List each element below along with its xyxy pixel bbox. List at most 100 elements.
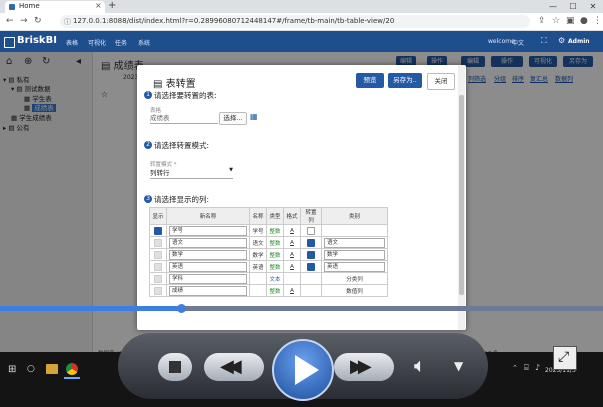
- rewind-button[interactable]: ◀◀: [204, 353, 264, 381]
- menu-item-table[interactable]: 表格: [66, 38, 78, 47]
- address-bar[interactable]: ⓘ 127.0.0.1:8088/dist/index.html?r=0.289…: [60, 15, 530, 28]
- sidepanel-icon[interactable]: ▣: [566, 16, 575, 26]
- favicon-icon: [9, 4, 15, 10]
- rewind-icon: ◀◀: [220, 356, 242, 377]
- menu-item-task[interactable]: 任务: [115, 38, 127, 47]
- browser-tab[interactable]: Home ×: [5, 1, 105, 13]
- transpose-checkbox[interactable]: [307, 238, 315, 247]
- dialog-scrollbar[interactable]: [458, 65, 465, 330]
- menu-item-system[interactable]: 系统: [138, 38, 150, 47]
- reload-icon[interactable]: ↻: [34, 16, 42, 26]
- back-icon[interactable]: ←: [6, 16, 14, 26]
- search-icon[interactable]: ○: [27, 364, 35, 374]
- folder-icon[interactable]: [46, 364, 58, 374]
- minimize-button[interactable]: —: [543, 0, 563, 13]
- table-input-value: 成绩表: [150, 114, 170, 122]
- category-cell: 分类列: [321, 272, 388, 285]
- info-icon[interactable]: ⓘ: [64, 17, 71, 27]
- step-1-text: 请选择要转置的表:: [154, 91, 217, 100]
- close-window-button[interactable]: ✕: [583, 0, 603, 13]
- volume-icon[interactable]: 🔈︎: [414, 353, 426, 377]
- type-cell[interactable]: 整数: [266, 224, 284, 237]
- category-cell: 英语: [321, 260, 388, 273]
- transpose-checkbox[interactable]: [307, 226, 315, 235]
- new-name-input[interactable]: 数学: [169, 249, 247, 260]
- category-input[interactable]: 英语: [324, 261, 385, 272]
- transpose-checkbox[interactable]: [307, 250, 315, 259]
- mode-select[interactable]: 列转行 ▼: [150, 167, 233, 179]
- new-name-input[interactable]: 英语: [169, 261, 247, 272]
- start-icon[interactable]: ⊞: [8, 364, 16, 375]
- show-cell: [149, 272, 167, 285]
- choose-table-button[interactable]: 选择...: [219, 112, 247, 125]
- volume-tray-icon[interactable]: ♪: [535, 363, 540, 372]
- show-checkbox[interactable]: [154, 226, 162, 235]
- chevron-down-icon: ▼: [229, 167, 233, 173]
- transpose-checkbox[interactable]: [307, 262, 315, 271]
- network-icon[interactable]: ⌸: [524, 363, 529, 373]
- new-name-cell: 数学: [166, 248, 250, 261]
- format-cell[interactable]: A: [283, 224, 301, 237]
- format-cell[interactable]: A: [283, 260, 301, 273]
- type-cell[interactable]: 整数: [266, 236, 284, 249]
- profile-icon[interactable]: ●: [580, 16, 588, 26]
- table-row: 英语 英语 整数 A 英语: [149, 260, 388, 273]
- type-cell[interactable]: 整数: [266, 284, 284, 297]
- save-as-button[interactable]: 另存为..: [388, 73, 422, 88]
- step-3-number: 3: [144, 195, 152, 203]
- seek-progress: [0, 306, 181, 311]
- category-cell: 数值列: [321, 284, 388, 297]
- chrome-icon[interactable]: [66, 363, 78, 375]
- dialog-title: ▤ 表转置: [153, 79, 196, 90]
- category-input[interactable]: 语文: [324, 237, 385, 248]
- theme-icon[interactable]: ⛶: [541, 36, 547, 46]
- name-cell: [249, 284, 267, 297]
- calendar-icon[interactable]: ▦: [250, 112, 258, 121]
- fast-forward-button[interactable]: ▶▶: [334, 353, 394, 381]
- maximize-button[interactable]: ☐: [563, 0, 583, 13]
- stop-button[interactable]: [158, 353, 192, 381]
- col-header-name: 名称: [249, 207, 267, 225]
- browser-toolbar: ← → ↻ ⓘ 127.0.0.1:8088/dist/index.html?r…: [0, 13, 603, 31]
- new-name-input[interactable]: 学号: [169, 225, 247, 236]
- dialog-scroll-thumb[interactable]: [459, 95, 464, 295]
- category-input[interactable]: 数学: [324, 249, 385, 260]
- format-cell[interactable]: [283, 272, 301, 285]
- app-logo: BriskBI: [17, 35, 57, 46]
- type-cell[interactable]: 整数: [266, 248, 284, 261]
- show-cell: [149, 236, 167, 249]
- tray-up-icon[interactable]: ⌃: [512, 364, 518, 372]
- seek-handle[interactable]: [176, 304, 186, 313]
- language-select[interactable]: 中文: [512, 38, 524, 47]
- col-header-new-name: 新名称: [166, 207, 250, 225]
- format-cell[interactable]: A: [283, 248, 301, 261]
- table-input[interactable]: 成绩表: [150, 112, 218, 124]
- welcome-text: welcome: [488, 38, 515, 45]
- share-icon[interactable]: ⇪: [538, 16, 546, 26]
- table-row: 成绩 整数 A 数值列: [149, 284, 388, 297]
- user-name[interactable]: Admin: [568, 38, 590, 45]
- type-cell[interactable]: 整数: [266, 260, 284, 273]
- preview-button[interactable]: 预览: [356, 73, 384, 88]
- col-header-show: 显示: [149, 207, 167, 225]
- bookmark-icon[interactable]: ☆: [552, 16, 560, 26]
- type-cell[interactable]: 文本: [266, 272, 284, 285]
- table-row: 语文 语文 整数 A 语文: [149, 236, 388, 249]
- forward-icon[interactable]: →: [20, 16, 28, 26]
- show-checkbox: [154, 274, 162, 283]
- browser-menu-icon[interactable]: ⋮: [593, 16, 602, 26]
- step-2-text: 请选择转置模式:: [154, 141, 210, 150]
- menu-chevron-icon[interactable]: ▼: [454, 359, 463, 373]
- format-cell[interactable]: A: [283, 236, 301, 249]
- tab-close-icon[interactable]: ×: [95, 1, 102, 10]
- new-name-input[interactable]: 成绩: [169, 285, 247, 296]
- close-button[interactable]: 关闭: [427, 73, 455, 90]
- new-name-input[interactable]: 学科: [169, 273, 247, 284]
- play-button[interactable]: [272, 339, 334, 401]
- format-cell[interactable]: A: [283, 284, 301, 297]
- table-row: 数学 数学 整数 A 数学: [149, 248, 388, 261]
- new-name-input[interactable]: 语文: [169, 237, 247, 248]
- fullscreen-icon[interactable]: ⤢: [553, 346, 577, 370]
- new-tab-button[interactable]: +: [108, 0, 116, 11]
- menu-item-visualize[interactable]: 可视化: [88, 38, 106, 47]
